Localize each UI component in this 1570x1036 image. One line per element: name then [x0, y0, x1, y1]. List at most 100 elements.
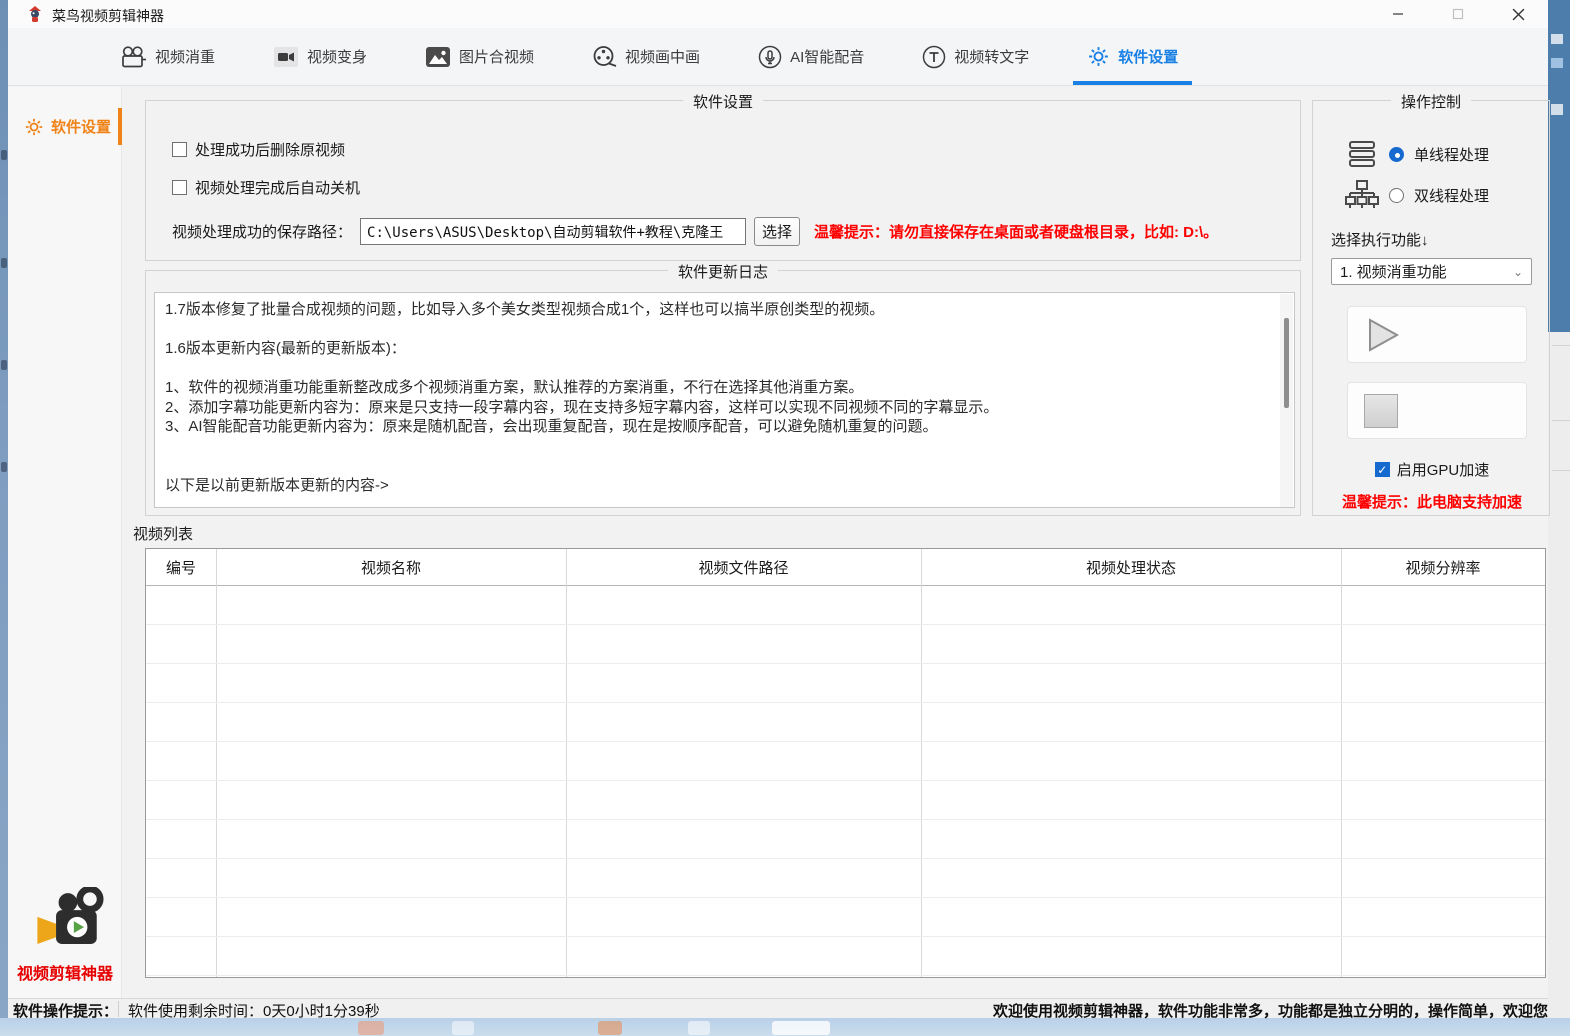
video-table: 编号 视频名称 视频文件路径 视频处理状态 视频分辨率: [145, 548, 1546, 978]
desktop-edge-left: [0, 0, 8, 1036]
dual-thread-row: 双线程处理: [1345, 179, 1489, 211]
table-row: [146, 820, 1545, 859]
close-icon: [1512, 8, 1525, 21]
gpu-checkbox[interactable]: ✓: [1375, 462, 1390, 477]
changelog-line: [165, 359, 1272, 379]
choose-path-button[interactable]: 选择: [754, 217, 800, 246]
stop-button[interactable]: [1347, 382, 1527, 439]
background-glyph-fragment: [1551, 58, 1563, 68]
tab-label: 视频消重: [155, 46, 215, 67]
taskbar-item: [452, 1021, 474, 1035]
checkbox-label: 视频处理完成后自动关机: [195, 177, 360, 198]
status-divider: [118, 1001, 119, 1017]
column-header-number: 编号: [146, 549, 216, 586]
settings-groupbox: 软件设置 处理成功后删除原视频 视频处理完成后自动关机 视频处理成功的保存路径：…: [145, 100, 1301, 261]
desktop-icon-fragment: [1, 258, 7, 268]
function-select[interactable]: 1. 视频消重功能 ⌄: [1331, 258, 1532, 285]
sidebar-item-settings[interactable]: 软件设置: [8, 108, 122, 145]
save-path-input[interactable]: C:\Users\ASUS\Desktop\自动剪辑软件+教程\克隆王: [360, 218, 746, 245]
tab-image-to-video[interactable]: 图片合视频: [425, 28, 534, 85]
tab-settings[interactable]: 软件设置: [1087, 28, 1178, 85]
tab-video-transform[interactable]: 视频变身: [273, 28, 367, 85]
text-circle-icon: [922, 45, 946, 69]
taskbar-item: [688, 1021, 710, 1035]
table-row: [146, 781, 1545, 820]
app-logo-icon: [26, 5, 44, 23]
tab-ai-dubbing[interactable]: AI智能配音: [758, 28, 864, 85]
auto-shutdown-checkbox[interactable]: [172, 180, 187, 195]
gear-icon: [24, 117, 44, 137]
column-header-name: 视频名称: [216, 549, 566, 586]
gear-icon: [1087, 45, 1110, 68]
single-thread-icon: [1345, 139, 1379, 169]
table-row: [146, 937, 1545, 976]
gpu-checkbox-row[interactable]: ✓ 启用GPU加速: [1313, 459, 1551, 480]
background-line: [1552, 470, 1570, 471]
tab-label: 视频转文字: [954, 46, 1029, 67]
checkbox-label: 处理成功后删除原视频: [195, 139, 345, 160]
changelog-textarea[interactable]: 1.7版本修复了批量合成视频的问题，比如导入多个美女类型视频合成1个，这样也可以…: [154, 292, 1295, 508]
remaining-time-text: 软件使用剩余时间：0天0小时1分39秒: [128, 1000, 380, 1021]
desktop-icon-fragment: [1, 462, 7, 472]
changelog-line: 1、软件的视频消重功能重新整改成多个视频消重方案，默认推荐的方案消重，不行在选择…: [165, 378, 1272, 398]
single-thread-radio[interactable]: [1389, 147, 1404, 162]
table-row: [146, 664, 1545, 703]
column-header-path: 视频文件路径: [566, 549, 921, 586]
table-row: [146, 586, 1545, 625]
changelog-line: [165, 320, 1272, 340]
column-header-resolution: 视频分辨率: [1341, 549, 1545, 586]
single-thread-label: 单线程处理: [1414, 144, 1489, 165]
app-window: 菜鸟视频剪辑神器 视频消重: [8, 0, 1548, 1018]
sidebar-item-label: 软件设置: [51, 116, 111, 137]
save-path-label: 视频处理成功的保存路径：: [172, 221, 352, 242]
changelog-line: 1.7版本修复了批量合成视频的问题，比如导入多个美女类型视频合成1个，这样也可以…: [165, 300, 1272, 320]
changelog-line: 3、AI智能配音功能更新内容为：原来是随机配音，会出现重复配音，现在是按顺序配音…: [165, 417, 1272, 437]
save-path-warning: 温馨提示：请勿直接保存在桌面或者硬盘根目录，比如: D:\。: [814, 221, 1218, 242]
desktop-icon-fragment: [1, 150, 7, 160]
desktop-icon-fragment: [1, 360, 7, 370]
dual-thread-radio[interactable]: [1389, 188, 1404, 203]
close-button[interactable]: [1496, 0, 1540, 28]
window-title: 菜鸟视频剪辑神器: [52, 6, 164, 26]
movie-camera-logo: [34, 887, 112, 957]
background-window-header: [1548, 0, 1570, 332]
function-select-label: 选择执行功能↓: [1331, 229, 1429, 250]
table-row: [146, 703, 1545, 742]
minimize-icon: [1392, 8, 1404, 20]
background-line: [1552, 345, 1570, 346]
image-icon: [425, 46, 451, 68]
taskbar-item: [598, 1021, 622, 1035]
camcorder-icon: [273, 45, 299, 69]
tab-video-pip[interactable]: 视频画中画: [592, 28, 700, 85]
start-button[interactable]: [1347, 306, 1527, 363]
play-icon: [1364, 317, 1402, 353]
delete-original-checkbox[interactable]: [172, 142, 187, 157]
nav-tabbar: 视频消重 视频变身 图片合视频: [8, 28, 1548, 86]
background-glyph-fragment: [1551, 104, 1563, 115]
auto-shutdown-checkbox-row[interactable]: 视频处理完成后自动关机: [172, 177, 360, 198]
minimize-button[interactable]: [1376, 0, 1420, 28]
controls-group-title: 操作控制: [1391, 91, 1471, 112]
background-glyph-fragment: [1551, 34, 1563, 44]
maximize-button[interactable]: [1436, 0, 1480, 28]
sidebar-active-indicator: [118, 108, 122, 145]
background-window-sliver: [1548, 0, 1570, 1036]
table-row: [146, 625, 1545, 664]
changelog-line: [165, 456, 1272, 476]
tab-video-dedup[interactable]: 视频消重: [120, 28, 215, 85]
delete-original-checkbox-row[interactable]: 处理成功后删除原视频: [172, 139, 345, 160]
chevron-down-icon: ⌄: [1513, 265, 1523, 279]
tab-label: 软件设置: [1118, 46, 1178, 67]
status-bar: 软件操作提示： 软件使用剩余时间：0天0小时1分39秒 欢迎使用视频剪辑神器，软…: [8, 998, 1548, 1018]
sidebar-logo-label: 视频剪辑神器: [8, 960, 122, 984]
maximize-icon: [1452, 8, 1464, 20]
scrollbar-thumb[interactable]: [1284, 318, 1289, 408]
table-row: [146, 859, 1545, 898]
controls-groupbox: 操作控制 单线程处理: [1312, 100, 1550, 516]
changelog-scrollbar[interactable]: [1280, 294, 1293, 508]
welcome-text: 欢迎使用视频剪辑神器，软件功能非常多，功能都是独立分明的，操作简单，欢迎您使: [993, 1000, 1548, 1021]
changelog-line: 1.6版本更新内容(最新的更新版本)：: [165, 339, 1272, 359]
tab-video-to-text[interactable]: 视频转文字: [922, 28, 1029, 85]
video-table-header: 编号 视频名称 视频文件路径 视频处理状态 视频分辨率: [146, 549, 1545, 586]
changelog-line: 以下是以前更新版本更新的内容->: [165, 476, 1272, 496]
